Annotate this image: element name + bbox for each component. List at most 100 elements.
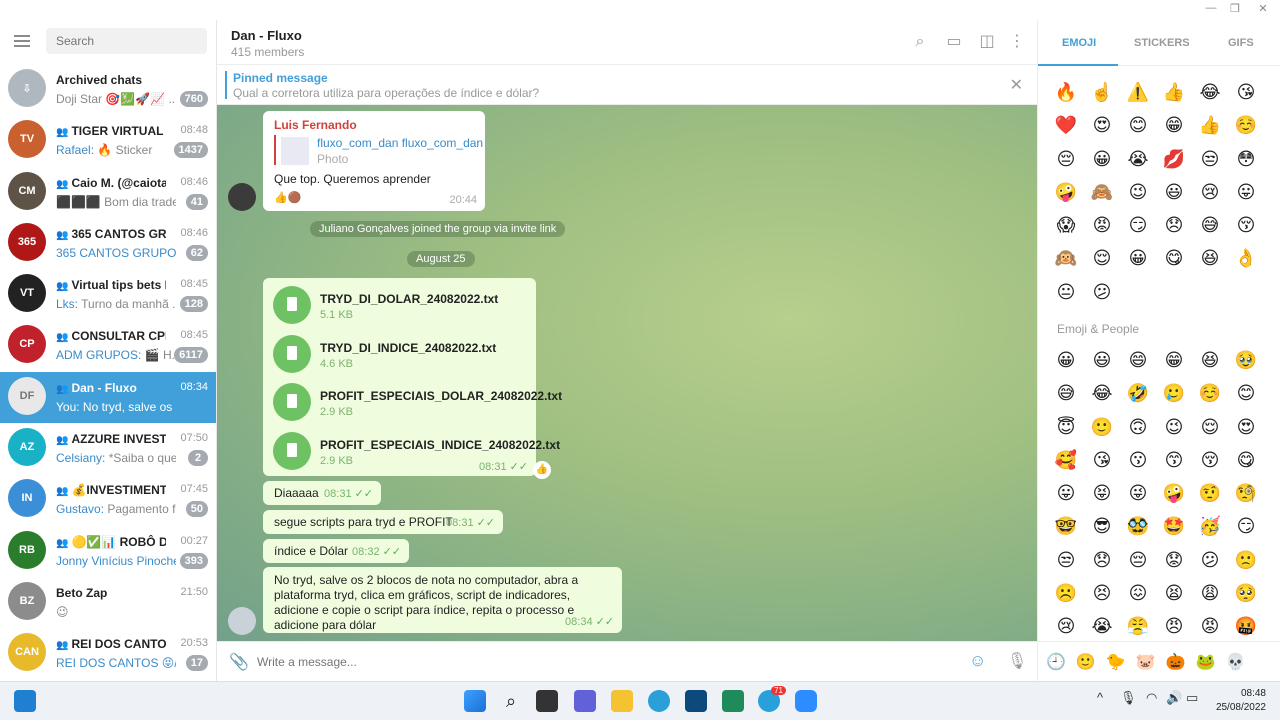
emoji-item[interactable]: ☺️ [1228,109,1264,142]
chat-list-item[interactable]: CM 👥Caio M. (@caiotape... 08:46 ⬛⬛⬛ Bom dia… [0,167,216,218]
emoji-item[interactable]: 😕 [1084,276,1120,309]
teams-icon[interactable] [574,690,596,712]
chat-list-item[interactable]: RB 👥🟡✅📊 ROBÔ D... 00:27 Jonny Vinícius Pino… [0,526,216,577]
emoji-item[interactable]: 🤓 [1048,510,1084,543]
pinned-message[interactable]: Pinned message Qual a corretora utiliza … [217,65,1037,105]
zoom-icon[interactable] [795,690,817,712]
emoji-item[interactable]: 😅 [1048,377,1084,410]
emoji-item[interactable]: 👍 [1156,76,1192,109]
file-icon[interactable] [273,334,311,373]
tab-stickers[interactable]: STICKERS [1134,37,1190,49]
tab-emoji[interactable]: EMOJI [1062,37,1096,49]
emoji-item[interactable]: 🙃 [1120,411,1156,444]
file-name[interactable]: PROFIT_ESPECIAIS_DOLAR_24082022.txt [320,389,562,403]
emoji-item[interactable]: 😢 [1192,176,1228,209]
close-icon[interactable]: ✕ [1010,75,1023,95]
wifi-icon[interactable]: ◠ [1146,690,1157,706]
emoji-item[interactable]: 🤪 [1156,477,1192,510]
emoji-item[interactable]: 😘 [1084,444,1120,477]
avatar[interactable] [228,183,256,211]
emoji-item[interactable]: 😚 [1228,209,1264,242]
file-icon[interactable] [273,383,311,421]
emoji-item[interactable]: 😄 [1120,344,1156,377]
emoji-item[interactable]: 🥺 [1228,577,1264,610]
emoji-item[interactable]: 😉 [1120,176,1156,209]
attach-icon[interactable]: 📎 [229,652,249,672]
emoji-item[interactable]: 💋 [1156,143,1192,176]
emoji-item[interactable]: 🤩 [1156,510,1192,543]
emoji-item[interactable]: 😜 [1120,477,1156,510]
emoji-category-icon[interactable]: 🐤 [1106,652,1126,672]
emoji-item[interactable]: 😅 [1192,209,1228,242]
emoji-item[interactable]: 😡 [1084,209,1120,242]
emoji-item[interactable]: 😂 [1192,76,1228,109]
sidebar-toggle-icon[interactable]: ◫ [978,33,996,51]
emoji-item[interactable]: ❤️ [1048,109,1084,142]
emoji-item[interactable]: 😍 [1084,109,1120,142]
emoji-item[interactable]: 😛 [1048,477,1084,510]
folder-icon[interactable] [611,690,633,712]
chat-list-item[interactable]: DF 👥 Dan - Fluxo 08:34 You: No tryd, salve o… [0,371,216,424]
restore-button[interactable]: ❐ [1220,2,1250,15]
voice-chat-icon[interactable]: ▭ [945,33,963,51]
emoji-item[interactable]: 🧐 [1228,477,1264,510]
emoji-category-icon[interactable]: 🐷 [1136,652,1156,672]
reactions[interactable]: 👍🟤 [274,191,301,204]
emoji-item[interactable]: 😒 [1048,544,1084,577]
menu-icon[interactable] [14,35,30,47]
emoji-item[interactable]: 😃 [1084,344,1120,377]
emoji-item[interactable]: 🙈 [1084,176,1120,209]
emoji-item[interactable]: 😘 [1228,76,1264,109]
emoji-item[interactable]: 😋 [1156,242,1192,275]
emoji-item[interactable]: 😊 [1228,377,1264,410]
emoji-item[interactable]: 😙 [1156,444,1192,477]
emoji-item[interactable]: 🤣 [1120,377,1156,410]
emoji-item[interactable]: 😀 [1120,242,1156,275]
emoji-icon[interactable]: ☺ [969,651,986,671]
emoji-item[interactable]: 😌 [1084,242,1120,275]
chat-list-item[interactable]: CP 👥CONSULTAR CPF G... 08:45 ADM GRUPOS: 🎬 … [0,320,216,371]
message-bubble[interactable]: No tryd, salve os 2 blocos de nota no co… [263,567,622,633]
microphone-icon[interactable]: 🎙 [1120,690,1137,706]
search-input[interactable] [46,28,207,54]
tab-gifs[interactable]: GIFS [1228,37,1254,49]
emoji-item[interactable]: 🤪 [1048,176,1084,209]
edge-icon[interactable] [648,690,670,712]
search-icon[interactable]: ⌕ [911,33,929,51]
emoji-item[interactable]: 🥸 [1120,510,1156,543]
emoji-item[interactable]: 🥲 [1156,377,1192,410]
message-input[interactable] [257,652,957,672]
emoji-item[interactable]: 🙂 [1084,411,1120,444]
emoji-item[interactable]: 😤 [1120,610,1156,643]
message-area[interactable]: Luis Fernando fluxo_com_dan fluxo_com_da… [217,105,1037,641]
telegram-icon[interactable]: 71 [758,686,786,712]
message-author[interactable]: Luis Fernando [274,118,357,132]
emoji-item[interactable]: 🥰 [1048,444,1084,477]
emoji-item[interactable]: 😞 [1156,209,1192,242]
emoji-item[interactable]: 😟 [1156,544,1192,577]
emoji-item[interactable]: 😳 [1228,143,1264,176]
message-bubble[interactable]: Diaaaaa 08:31 ✓✓ [263,481,381,505]
emoji-item[interactable]: 😏 [1120,209,1156,242]
emoji-item[interactable]: 😗 [1120,444,1156,477]
emoji-item[interactable]: 👌 [1228,242,1264,275]
emoji-item[interactable]: 😍 [1228,411,1264,444]
emoji-item[interactable]: 🤬 [1228,610,1264,643]
emoji-item[interactable]: ⚠️ [1120,76,1156,109]
emoji-item[interactable]: 😋 [1228,444,1264,477]
chat-list-item[interactable]: VT 👥Virtual tips bets Free 08:45 Lks: Turno… [0,269,216,320]
emoji-item[interactable]: 😀 [1084,143,1120,176]
emoji-item[interactable]: 🤨 [1192,477,1228,510]
chat-list-item[interactable]: 365 👥365 CANTOS GRUP... 08:46 365 CANTOS GR… [0,218,216,269]
start-icon[interactable] [464,690,486,712]
emoji-category-icon[interactable]: 💀 [1226,652,1246,672]
emoji-item[interactable]: 🥹 [1228,344,1264,377]
emoji-item[interactable]: 😂 [1084,377,1120,410]
emoji-item[interactable]: ☹️ [1048,577,1084,610]
emoji-item[interactable]: 😎 [1084,510,1120,543]
chevron-up-icon[interactable]: ^ [1097,690,1103,705]
emoji-item[interactable]: 😖 [1120,577,1156,610]
emoji-item[interactable]: 😔 [1048,143,1084,176]
emoji-category-icon[interactable]: 🎃 [1166,652,1186,672]
emoji-item[interactable]: 😝 [1084,477,1120,510]
